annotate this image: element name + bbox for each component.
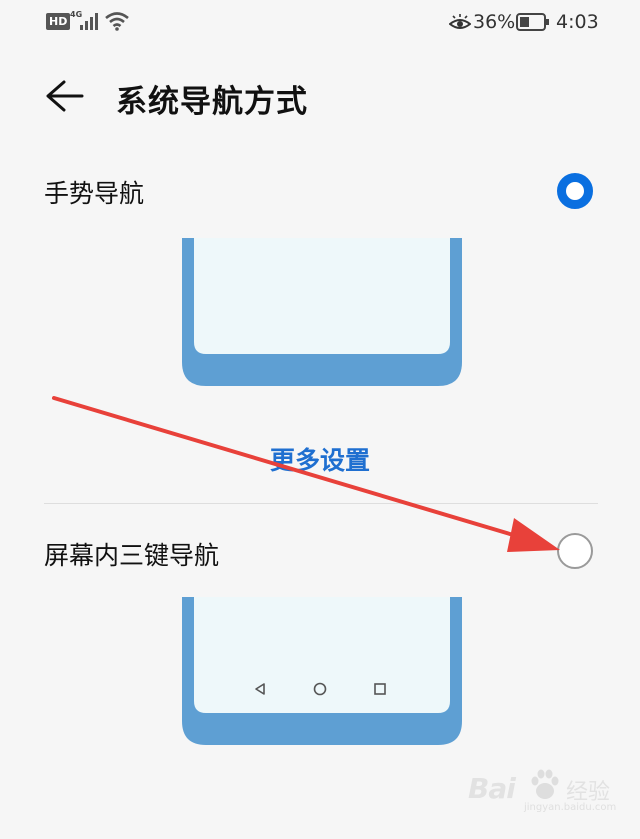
divider [44, 503, 598, 504]
battery-icon [516, 13, 549, 31]
three-key-navigation-label[interactable]: 屏幕内三键导航 [44, 536, 219, 572]
battery-percent: 36% [473, 11, 516, 33]
baidu-paw-icon [531, 769, 559, 799]
more-settings-link[interactable]: 更多设置 [0, 441, 640, 477]
eye-comfort-icon [449, 14, 471, 29]
watermark-brand: Bai [468, 772, 516, 805]
gesture-navigation-illustration [182, 238, 462, 386]
hd-badge: HD [46, 13, 71, 30]
watermark-url: jingyan.baidu.com [524, 802, 617, 813]
page-title: 系统导航方式 [116, 84, 308, 120]
wifi-icon [105, 12, 129, 31]
gesture-navigation-label[interactable]: 手势导航 [44, 174, 144, 210]
baidu-watermark: Bai 经验 jingyan.baidu.com [468, 766, 618, 816]
three-key-navigation-illustration [182, 597, 462, 745]
three-key-navigation-radio[interactable] [557, 533, 593, 569]
signal-icon [80, 13, 98, 30]
clock-time: 4:03 [556, 11, 599, 33]
arrow-left-icon[interactable] [44, 78, 84, 114]
gesture-navigation-radio[interactable] [557, 173, 593, 209]
status-bar: HD 4G 36% 4:03 [0, 0, 640, 44]
